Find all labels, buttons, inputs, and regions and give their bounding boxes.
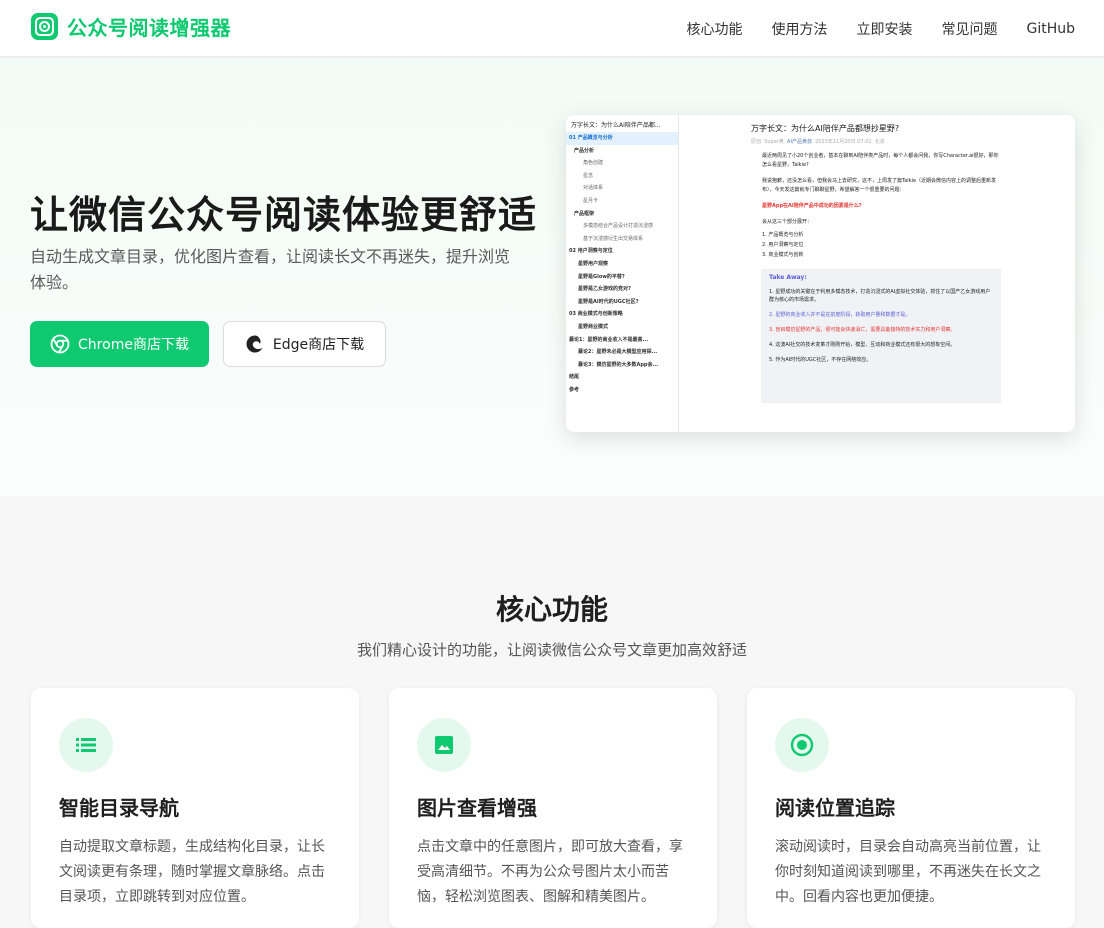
feature-card-desc: 自动提取文章标题，生成结构化目录，让长文阅读更有条理，随时掌握文章脉络。点击目录… <box>59 839 325 905</box>
chrome-icon <box>50 334 70 354</box>
nav-usage[interactable]: 使用方法 <box>771 19 827 39</box>
features-subtitle: 我们精心设计的功能，让阅读微信公众号文章更加高效舒适 <box>356 641 747 659</box>
edge-icon <box>246 335 263 353</box>
logo-text: 公众号阅读增强器 <box>67 16 231 40</box>
preview-toc-item: 星月卡 <box>583 197 599 204</box>
preview-toc-item: 角色创建 <box>583 160 604 167</box>
preview-toc-item: 02 用户洞察与定位 <box>569 248 613 255</box>
feature-card-tracking: 阅读位置追踪 滚动阅读时，目录会自动高亮当前位置，让你时刻知道阅读到哪里，不再迷… <box>747 688 1075 928</box>
preview-toc-item: 结尾 <box>569 374 580 381</box>
preview-takeaway-item: 3. 盲目模仿星野的产品，很可能会快速消亡，需要具备独特的技术实力和用户洞察。 <box>769 327 956 333</box>
preview-toc-item: 星野是乙女游戏的竞对? <box>578 286 631 293</box>
chrome-store-button[interactable]: Chrome商店下载 <box>30 321 209 367</box>
preview-article-title: 万字长文：为什么AI陪伴产品都想抄星野? <box>751 124 900 133</box>
preview-toc-item: 基于沉浸感衍生出交易体系 <box>583 235 644 242</box>
nav-github[interactable]: GitHub <box>1026 21 1075 37</box>
preview-toc-item: 03 商业模式与创新策略 <box>569 311 623 318</box>
hero-subtitle: 自动生成文章目录，优化图片查看，让阅读长文不再迷失，提升浏览体验。 <box>30 247 511 292</box>
product-preview: 万字长文：为什么AI陪伴产品都... 01 产品概览与分析 产品分析 角色创建 … <box>566 115 1075 432</box>
site-header: 公众号阅读增强器 核心功能 使用方法 立即安装 常见问题 GitHub <box>0 0 1104 57</box>
feature-card-desc: 滚动阅读时，目录会自动高亮当前位置，让你时刻知道阅读到哪里，不再迷失在长文之中。… <box>775 839 1041 905</box>
features-title: 核心功能 <box>495 593 608 626</box>
preview-toc-item: 多模态结合产品设计打造沉浸感 <box>583 223 654 230</box>
preview-paragraph: 我说抱歉，还没怎么看，但我会马上去研究，这不，上周发了篇Talkie（近期会微信… <box>762 178 997 193</box>
preview-article: 万字长文：为什么AI陪伴产品都想抄星野? 原创 Super黄 AI产品黄叔 20… <box>751 115 1011 403</box>
preview-paragraph: 最近两周见了小20个创业者，基本在聊到AI陪伴类产品时，每个人都会问我，你写Ch… <box>762 153 999 168</box>
preview-toc-item: 产品框架 <box>574 210 595 217</box>
logo-icon <box>31 13 58 40</box>
edge-store-button[interactable]: Edge商店下载 <box>223 321 386 367</box>
preview-takeaway-item: 2. 星野的商业收入并不是在前度阶段，获取用户量和数据才是。 <box>769 312 911 318</box>
preview-article-meta: 原创 Super黄 AI产品黄叔 2023年11月20日 07:02 北京 <box>751 139 885 145</box>
preview-section-item: 1. 产品概览与分析 <box>762 232 804 238</box>
preview-takeaway-item: 5. 作为AI时代的UGC社区，不存在网络效应。 <box>769 357 872 363</box>
list-icon <box>59 718 113 772</box>
preview-toc-item: 星念 <box>583 172 594 179</box>
feature-card-title: 智能目录导航 <box>59 796 179 820</box>
preview-toc-item: 星野是AI时代的UGC社区? <box>578 298 639 305</box>
feature-card-title: 阅读位置追踪 <box>775 796 895 820</box>
preview-toc-title: 万字长文：为什么AI陪伴产品都... <box>571 122 661 129</box>
image-icon <box>417 718 471 772</box>
preview-section-item: 2. 用户洞察与定位 <box>762 242 804 248</box>
preview-toc-item: 星野用户观察 <box>578 260 609 267</box>
hero-title: 让微信公众号阅读体验更舒适 <box>30 193 538 237</box>
preview-toc-item: 暴论2：星野未必是大模型应用探... <box>578 349 658 356</box>
preview-question: 星野App在AI陪伴产品中成功的因素是什么? <box>762 203 862 209</box>
nav-features[interactable]: 核心功能 <box>686 19 742 39</box>
preview-toc-item: 对话体系 <box>583 185 604 192</box>
hero-section: 让微信公众号阅读体验更舒适 自动生成文章目录，优化图片查看，让阅读长文不再迷失，… <box>0 58 1104 496</box>
target-icon <box>775 718 829 772</box>
logo[interactable]: 公众号阅读增强器 <box>31 12 231 41</box>
preview-takeaway-box: Take Away: 1. 星野成功的关键在于利用多模态技术，打造沉浸式的AI虚… <box>761 269 1001 403</box>
preview-toc-item: 参考 <box>569 386 580 393</box>
nav-faq[interactable]: 常见问题 <box>941 19 997 39</box>
preview-toc-item: 暴论1：星野的商业收入不是最高... <box>569 336 649 343</box>
edge-store-label: Edge商店下载 <box>272 337 365 353</box>
preview-takeaway-item: 4. 这波AI社交的技术变革才刚刚开始，模型、互动和商业模式还有很大的想象空间。 <box>769 342 956 348</box>
preview-toc-panel: 万字长文：为什么AI陪伴产品都... 01 产品概览与分析 产品分析 角色创建 … <box>566 115 679 432</box>
preview-toc-item: 星野商业模式 <box>578 323 609 330</box>
preview-toc-item: 星野是Glow的平替? <box>578 273 625 280</box>
feature-card-toc: 智能目录导航 自动提取文章标题，生成结构化目录，让长文阅读更有条理，随时掌握文章… <box>31 688 359 928</box>
feature-card-desc: 点击文章中的任意图片，即可放大查看，享受高清细节。不再为公众号图片太小而苦恼，轻… <box>417 839 683 905</box>
chrome-store-label: Chrome商店下载 <box>78 337 189 353</box>
preview-toc-item: 暴论3：模仿星野的大多数App会... <box>578 361 659 368</box>
preview-paragraph: 会从这三个部分展开： <box>762 219 813 225</box>
preview-takeaway-item: 1. 星野成功的关键在于利用多模态技术，打造沉浸式的AI虚拟社交体验，抓住了以国… <box>769 289 991 303</box>
preview-takeaway-title: Take Away: <box>769 274 807 281</box>
preview-toc-item: 01 产品概览与分析 <box>566 132 678 145</box>
nav-install[interactable]: 立即安装 <box>856 19 912 39</box>
preview-toc-item: 产品分析 <box>574 147 595 154</box>
preview-section-item: 3. 商业模式与创新 <box>762 252 804 258</box>
main-nav: 核心功能 使用方法 立即安装 常见问题 GitHub <box>657 0 1075 57</box>
feature-card-image: 图片查看增强 点击文章中的任意图片，即可放大查看，享受高清细节。不再为公众号图片… <box>389 688 717 928</box>
feature-card-title: 图片查看增强 <box>417 796 537 820</box>
